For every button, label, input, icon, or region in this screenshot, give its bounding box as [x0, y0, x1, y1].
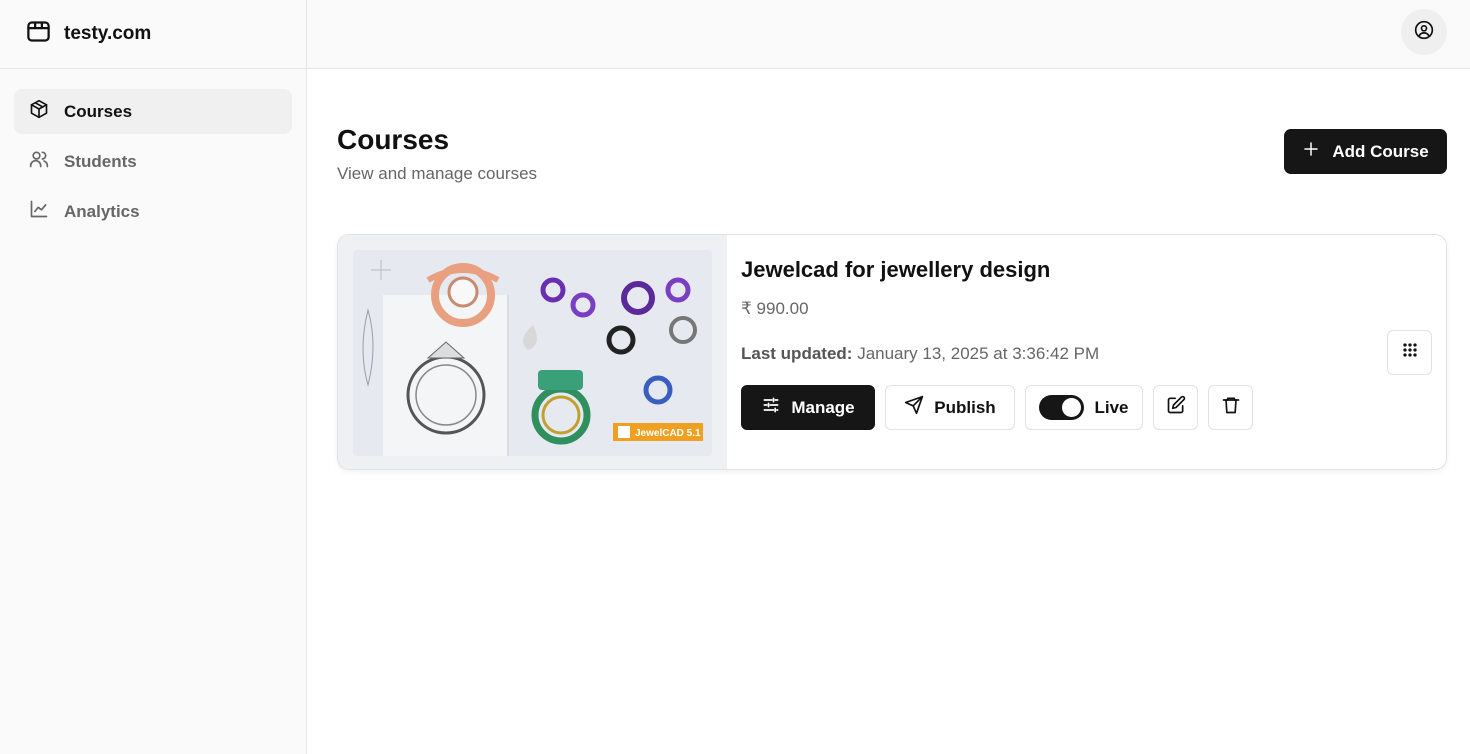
live-switch[interactable]: [1039, 395, 1085, 420]
sidebar-item-analytics[interactable]: Analytics: [14, 189, 292, 234]
send-icon: [904, 395, 934, 420]
page-title: Courses: [337, 124, 450, 155]
more-options-button[interactable]: [1387, 330, 1432, 375]
delete-button[interactable]: [1208, 385, 1253, 430]
course-updated: Last updated: January 13, 2025 at 3:36:4…: [741, 344, 1099, 364]
user-menu-button[interactable]: [1401, 9, 1447, 55]
live-toggle[interactable]: Live: [1025, 385, 1143, 430]
sidebar-item-label: Students: [64, 151, 137, 171]
updated-value: January 13, 2025 at 3:36:42 PM: [857, 344, 1100, 363]
store-icon: [25, 18, 52, 50]
package-icon: [29, 99, 64, 124]
switch-knob: [1062, 398, 1082, 417]
sidebar-item-courses[interactable]: Courses: [14, 89, 292, 134]
main-content: Courses View and manage courses Add Cour…: [307, 69, 1470, 754]
course-thumbnail-image: JewelCAD 5.1: [353, 250, 712, 456]
course-thumbnail[interactable]: JewelCAD 5.1: [338, 235, 727, 469]
users-icon: [29, 149, 64, 174]
trash-icon: [1221, 395, 1241, 420]
sidebar-nav: Courses Students Analytics: [0, 69, 306, 234]
course-actions: Manage Publish Live: [741, 385, 1253, 430]
page-subtitle: View and manage courses: [337, 164, 538, 183]
publish-label: Publish: [934, 397, 996, 417]
manage-label: Manage: [791, 397, 855, 417]
edit-button[interactable]: [1153, 385, 1198, 430]
sidebar: testy.com Courses Students Analytics: [0, 0, 307, 754]
brand-name: testy.com: [64, 23, 152, 44]
grid-dots-icon: [1400, 340, 1420, 365]
course-title[interactable]: Jewelcad for jewellery design: [741, 257, 1050, 283]
course-card: JewelCAD 5.1 Jewelcad for jewellery desi…: [337, 234, 1447, 470]
publish-button[interactable]: Publish: [885, 385, 1015, 430]
course-price: ₹ 990.00: [741, 299, 809, 318]
topbar: [307, 0, 1470, 69]
edit-icon: [1166, 395, 1186, 420]
add-course-label: Add Course: [1332, 141, 1429, 161]
live-label: Live: [1094, 397, 1129, 417]
chart-line-icon: [29, 199, 64, 224]
plus-icon: [1302, 140, 1332, 163]
updated-label: Last updated:: [741, 344, 853, 363]
thumbnail-badge-text: JewelCAD 5.1: [635, 428, 701, 439]
sidebar-item-students[interactable]: Students: [14, 139, 292, 184]
sidebar-item-label: Courses: [64, 101, 133, 121]
sliders-icon: [761, 395, 791, 420]
brand[interactable]: testy.com: [0, 0, 306, 69]
add-course-button[interactable]: Add Course: [1284, 129, 1447, 174]
user-circle-icon: [1414, 20, 1434, 45]
sidebar-item-label: Analytics: [64, 201, 140, 221]
manage-button[interactable]: Manage: [741, 385, 875, 430]
